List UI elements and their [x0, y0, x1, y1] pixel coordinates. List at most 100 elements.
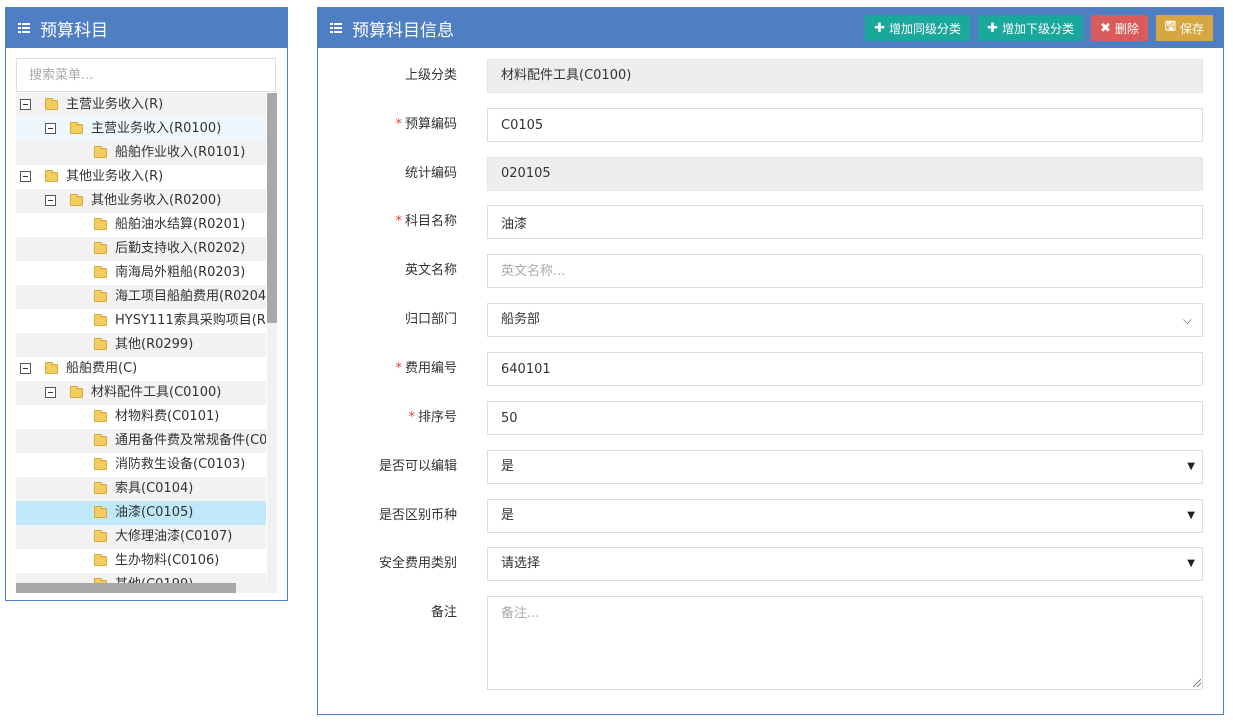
folder-icon — [94, 530, 107, 542]
parent-label: 上级分类 — [404, 68, 457, 83]
tree-item[interactable]: 船舶作业收入(R0101) — [16, 141, 266, 165]
caret-down-icon: ▼ — [1187, 558, 1195, 569]
tree-item[interactable]: 油漆(C0105) — [16, 501, 266, 525]
tree-item[interactable]: 其他业务收入(R0200) — [16, 189, 266, 213]
chevron-down-icon: ⌵ — [1182, 313, 1192, 327]
folder-icon — [94, 242, 107, 254]
folder-icon — [45, 98, 58, 110]
delete-button[interactable]: ✖ 删除 — [1090, 15, 1148, 41]
tree-item-label: 船舶作业收入(R0101) — [115, 145, 246, 160]
stat-code-row: 统计编码 020105 — [318, 157, 1223, 191]
tree-item[interactable]: 通用备件费及常规备件(C0 — [16, 429, 266, 453]
tree-item[interactable]: 索具(C0104) — [16, 477, 266, 501]
tree-item[interactable]: 船舶费用(C) — [16, 357, 266, 381]
required-mark: * — [395, 117, 402, 132]
tree-vertical-scroll-thumb[interactable] — [267, 93, 277, 323]
tree-item[interactable]: 海工项目船舶费用(R0204) — [16, 285, 266, 309]
sort-no-row: * 排序号 — [318, 401, 1223, 435]
tree-item-label: 其他(R0299) — [115, 337, 194, 352]
budget-code-row: * 预算编码 — [318, 108, 1223, 142]
collapse-toggle-icon[interactable] — [20, 363, 31, 374]
tree-item[interactable]: 材料配件工具(C0100) — [16, 381, 266, 405]
tree-item-label: 其他(C0199) — [115, 573, 193, 583]
required-mark: * — [395, 361, 402, 376]
save-icon: 🖫 — [1164, 19, 1176, 34]
subject-name-input[interactable] — [487, 205, 1203, 239]
tree-item[interactable]: 材物料费(C0101) — [16, 405, 266, 429]
remark-row: 备注 — [318, 596, 1223, 690]
tree-item[interactable]: 其他(R0299) — [16, 333, 266, 357]
tree-item-label: 海工项目船舶费用(R0204) — [115, 289, 266, 304]
folder-icon — [70, 386, 83, 398]
safety-type-row: 安全费用类别 请选择 ▼ — [318, 547, 1223, 581]
folder-icon — [94, 410, 107, 422]
toolbar: ✚ 增加同级分类 ✚ 增加下级分类 ✖ 删除 🖫 保存 — [865, 15, 1213, 41]
collapse-toggle-icon[interactable] — [45, 195, 56, 206]
tree-item-label: 其他业务收入(R) — [66, 169, 164, 184]
folder-icon — [45, 170, 58, 182]
english-name-row: 英文名称 — [318, 254, 1223, 288]
tree-item[interactable]: 主营业务收入(R0100) — [16, 117, 266, 141]
remark-textarea[interactable] — [487, 596, 1203, 690]
collapse-toggle-icon[interactable] — [45, 387, 56, 398]
tree-panel-header: 预算科目 — [6, 8, 287, 48]
safety-type-label: 安全费用类别 — [378, 556, 457, 571]
parent-field: 材料配件工具(C0100) — [487, 59, 1203, 93]
tree-horizontal-scroll-thumb[interactable] — [16, 583, 236, 593]
currency-select[interactable]: 是 ▼ — [487, 499, 1203, 533]
tree-item[interactable]: 主营业务收入(R) — [16, 93, 266, 117]
tree-item-label: 南海局外粗船(R0203) — [115, 265, 246, 280]
collapse-toggle-icon[interactable] — [20, 99, 31, 110]
department-label: 归口部门 — [404, 312, 457, 327]
budget-code-input[interactable] — [487, 108, 1203, 142]
expense-code-input[interactable] — [487, 352, 1203, 386]
add-child-button[interactable]: ✚ 增加下级分类 — [978, 15, 1083, 41]
safety-type-select[interactable]: 请选择 ▼ — [487, 547, 1203, 581]
tree-item[interactable]: 消防救生设备(C0103) — [16, 453, 266, 477]
tree-item-label: 主营业务收入(R0100) — [91, 121, 222, 136]
editable-row: 是否可以编辑 是 ▼ — [318, 450, 1223, 484]
add-sibling-button[interactable]: ✚ 增加同级分类 — [865, 15, 971, 41]
plus-icon: ✚ — [987, 20, 998, 36]
sort-no-input[interactable] — [487, 401, 1203, 435]
tree-item-label: HYSY111索具采购项目(R0 — [115, 313, 266, 328]
department-select[interactable]: 船务部 ⌵ — [487, 303, 1203, 337]
folder-icon — [45, 362, 58, 374]
tree-item[interactable]: 其他业务收入(R) — [16, 165, 266, 189]
search-menu-input[interactable] — [16, 58, 276, 92]
tree-item-label: 材物料费(C0101) — [115, 409, 220, 424]
folder-icon — [94, 290, 107, 302]
list-icon — [330, 23, 342, 33]
collapse-toggle-icon[interactable] — [20, 171, 31, 182]
subject-tree: 主营业务收入(R) 主营业务收入(R0100) 船舶作业收入(R0101) 其他业务收… — [16, 93, 276, 583]
tree-item[interactable]: 其他(C0199) — [16, 573, 266, 583]
tree-item[interactable]: 船舶油水结算(R0201) — [16, 213, 266, 237]
tree-item[interactable]: 生办物料(C0106) — [16, 549, 266, 573]
plus-icon: ✚ — [874, 20, 886, 36]
tree-item[interactable]: 后勤支持收入(R0202) — [16, 237, 266, 261]
tree-panel-title: 预算科目 — [40, 20, 108, 41]
tree-item[interactable]: HYSY111索具采购项目(R0 — [16, 309, 266, 333]
tree-item[interactable]: 大修理油漆(C0107) — [16, 525, 266, 549]
tree-item-label: 大修理油漆(C0107) — [115, 529, 233, 544]
required-mark: * — [408, 410, 415, 425]
english-name-label: 英文名称 — [404, 263, 457, 278]
tree-item-label: 其他业务收入(R0200) — [91, 193, 222, 208]
required-mark: * — [395, 214, 402, 229]
folder-icon — [94, 146, 107, 158]
folder-icon — [94, 458, 107, 470]
budget-subject-info-panel: 预算科目信息 ✚ 增加同级分类 ✚ 增加下级分类 ✖ 删除 🖫 保存 上级分类 材料配件… — [317, 7, 1224, 715]
english-name-input[interactable] — [487, 254, 1203, 288]
currency-label: 是否区别币种 — [378, 508, 457, 523]
remark-label: 备注 — [430, 605, 457, 620]
collapse-toggle-icon[interactable] — [45, 123, 56, 134]
resize-grip-icon[interactable] — [1193, 679, 1201, 687]
department-value: 船务部 — [501, 312, 541, 327]
folder-icon — [94, 314, 107, 326]
editable-select[interactable]: 是 ▼ — [487, 450, 1203, 484]
tree-item[interactable]: 南海局外粗船(R0203) — [16, 261, 266, 285]
safety-type-value: 请选择 — [501, 556, 541, 571]
save-button[interactable]: 🖫 保存 — [1155, 15, 1213, 41]
subject-name-label: * 科目名称 — [395, 214, 457, 229]
folder-icon — [94, 338, 107, 350]
